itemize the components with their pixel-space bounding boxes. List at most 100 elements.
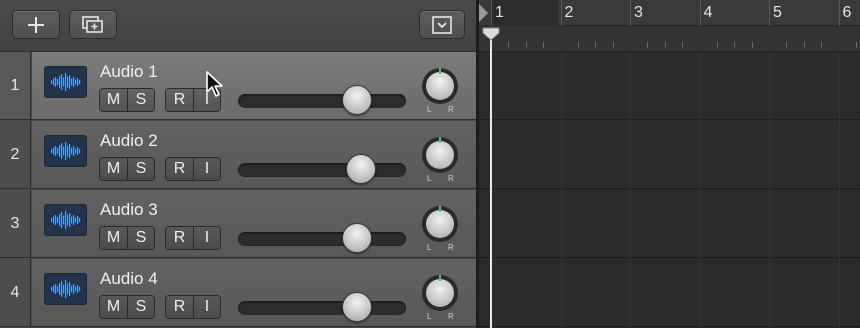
pan-right-label: R bbox=[448, 105, 454, 114]
beat-tick bbox=[664, 42, 666, 48]
input-monitor-button[interactable]: I bbox=[193, 296, 220, 318]
record-enable-button[interactable]: R bbox=[166, 158, 193, 180]
track-number[interactable]: 3 bbox=[0, 190, 31, 257]
track-lane-1[interactable] bbox=[479, 52, 860, 120]
beat-tick bbox=[525, 42, 527, 48]
beat-tick bbox=[508, 42, 510, 48]
track-lane-3[interactable] bbox=[479, 190, 860, 258]
bar-number-label: 1 bbox=[495, 4, 504, 21]
mute-solo-group: M S bbox=[99, 295, 155, 319]
solo-button[interactable]: S bbox=[127, 89, 154, 111]
track-number[interactable]: 1 bbox=[0, 52, 31, 119]
mute-solo-group: M S bbox=[99, 88, 155, 112]
pan-right-label: R bbox=[448, 312, 454, 321]
mute-button[interactable]: M bbox=[100, 227, 127, 249]
beat-tick bbox=[612, 42, 614, 48]
track-name[interactable]: Audio 1 bbox=[100, 62, 158, 82]
beat-tick bbox=[543, 42, 545, 48]
add-track-button[interactable] bbox=[12, 10, 60, 39]
audio-waveform-icon[interactable] bbox=[44, 66, 87, 98]
beat-tick bbox=[577, 42, 579, 48]
volume-slider-thumb[interactable] bbox=[342, 223, 373, 253]
track-header-body[interactable]: Audio 1 M S R I L R bbox=[32, 52, 476, 119]
timeline-area[interactable]: 1 2 3 4 5 6 bbox=[479, 0, 860, 328]
track-header-toolbar bbox=[0, 0, 476, 52]
record-enable-button[interactable]: R bbox=[166, 227, 193, 249]
track-header-body[interactable]: Audio 3 M S R I L R bbox=[32, 190, 476, 257]
bar-line bbox=[560, 0, 562, 26]
track-lane-4[interactable] bbox=[479, 259, 860, 327]
pan-knob-cap bbox=[426, 210, 454, 238]
audio-waveform-icon[interactable] bbox=[44, 135, 87, 167]
bar-number-label: 2 bbox=[564, 4, 574, 21]
bar-ruler[interactable] bbox=[479, 0, 860, 26]
record-input-group: R I bbox=[165, 295, 221, 319]
beat-tick bbox=[821, 42, 823, 48]
solo-button[interactable]: S bbox=[127, 227, 154, 249]
bar-line bbox=[630, 0, 631, 26]
audio-waveform-icon[interactable] bbox=[44, 204, 87, 236]
track-number[interactable]: 2 bbox=[0, 121, 31, 188]
beat-tick bbox=[751, 42, 753, 48]
pan-indicator bbox=[439, 275, 441, 281]
pan-indicator bbox=[439, 137, 441, 143]
track-header-body[interactable]: Audio 4 M S R I L R bbox=[32, 259, 476, 326]
volume-slider-thumb[interactable] bbox=[342, 85, 373, 115]
track-header-body[interactable]: Audio 2 M S R I L R bbox=[32, 121, 476, 188]
bar-grid-line bbox=[699, 52, 701, 328]
mute-solo-group: M S bbox=[99, 226, 155, 250]
bar-number-label: 3 bbox=[634, 4, 643, 21]
track-header-1[interactable]: 1 Audio 1 M S R I L R bbox=[0, 52, 476, 120]
track-header-2[interactable]: 2 Audio 2 M S R I L R bbox=[0, 121, 476, 189]
volume-slider-track[interactable] bbox=[238, 301, 406, 315]
track-header-3[interactable]: 3 Audio 3 M S R I L R bbox=[0, 190, 476, 258]
pan-left-label: L bbox=[427, 243, 432, 252]
pan-knob[interactable]: L R bbox=[420, 274, 460, 322]
solo-button[interactable]: S bbox=[127, 296, 154, 318]
beat-tick bbox=[595, 42, 597, 48]
beat-tick bbox=[682, 42, 684, 48]
audio-waveform-icon[interactable] bbox=[44, 273, 87, 305]
input-monitor-button[interactable]: I bbox=[193, 158, 220, 180]
pan-right-label: R bbox=[448, 174, 454, 183]
volume-slider-thumb[interactable] bbox=[342, 292, 373, 322]
pan-indicator bbox=[439, 68, 441, 74]
pan-knob[interactable]: L R bbox=[420, 67, 460, 115]
playhead-handle-icon[interactable] bbox=[482, 27, 500, 41]
volume-slider-track[interactable] bbox=[238, 163, 406, 177]
pan-knob-cap bbox=[426, 141, 454, 169]
bar-grid-line bbox=[630, 52, 631, 328]
playhead[interactable] bbox=[490, 28, 492, 328]
input-monitor-button[interactable]: I bbox=[193, 227, 220, 249]
pan-knob-cap bbox=[426, 279, 454, 307]
bar-line bbox=[769, 0, 770, 26]
mute-button[interactable]: M bbox=[100, 158, 127, 180]
volume-slider-track[interactable] bbox=[238, 94, 406, 108]
duplicate-track-icon bbox=[82, 15, 103, 33]
duplicate-track-button[interactable] bbox=[69, 10, 117, 39]
mute-solo-group: M S bbox=[99, 157, 155, 181]
beat-tick bbox=[647, 42, 649, 48]
mute-button[interactable]: M bbox=[100, 89, 127, 111]
bar-number-label: 4 bbox=[703, 4, 713, 21]
volume-slider-track[interactable] bbox=[238, 232, 406, 246]
bar-number-label: 5 bbox=[773, 4, 782, 21]
beat-tick bbox=[716, 42, 718, 48]
solo-button[interactable]: S bbox=[127, 158, 154, 180]
track-header-4[interactable]: 4 Audio 4 M S R I L R bbox=[0, 259, 476, 327]
volume-slider-thumb[interactable] bbox=[345, 154, 376, 184]
track-number[interactable]: 4 bbox=[0, 259, 31, 326]
track-name[interactable]: Audio 2 bbox=[100, 131, 158, 151]
record-enable-button[interactable]: R bbox=[166, 296, 193, 318]
record-enable-button[interactable]: R bbox=[166, 89, 193, 111]
track-menu-button[interactable] bbox=[419, 10, 465, 39]
track-name[interactable]: Audio 3 bbox=[100, 200, 158, 220]
pan-knob[interactable]: L R bbox=[420, 205, 460, 253]
bar-line bbox=[699, 0, 701, 26]
beat-ruler[interactable] bbox=[479, 26, 860, 52]
track-lane-2[interactable] bbox=[479, 121, 860, 189]
mute-button[interactable]: M bbox=[100, 296, 127, 318]
pan-knob[interactable]: L R bbox=[420, 136, 460, 184]
track-menu-icon bbox=[432, 15, 452, 34]
track-name[interactable]: Audio 4 bbox=[100, 269, 158, 289]
